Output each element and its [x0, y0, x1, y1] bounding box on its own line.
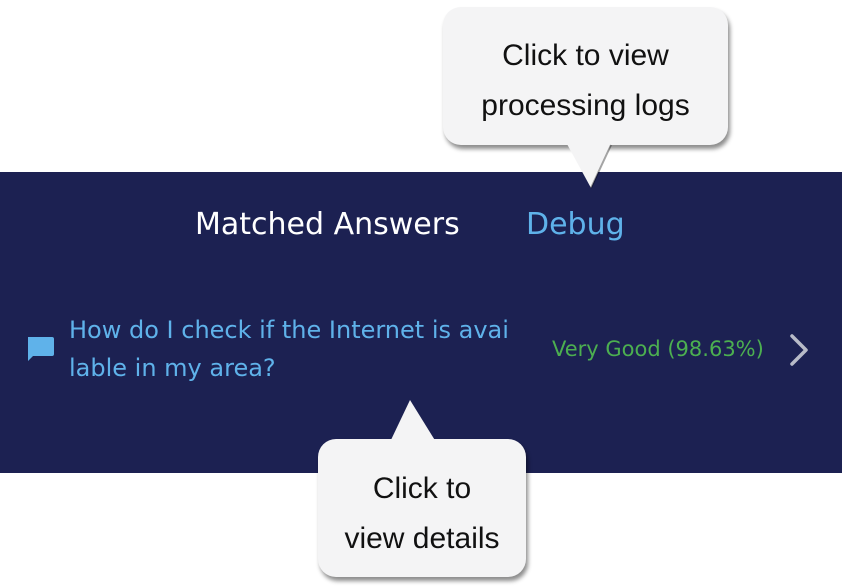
debug-tooltip-line-1: Click to view	[502, 39, 669, 72]
tab-bar: Matched Answers Debug	[0, 205, 842, 245]
tab-debug[interactable]: Debug	[526, 205, 625, 245]
details-tooltip: Click to view details	[318, 439, 526, 577]
debug-tooltip-line-2: processing logs	[481, 89, 690, 122]
debug-tooltip: Click to view processing logs	[443, 7, 728, 145]
matched-question-link[interactable]: How do I check if the Internet is availa…	[69, 311, 509, 387]
chevron-right-icon[interactable]	[786, 332, 812, 368]
details-tooltip-line-1: Click to	[372, 472, 472, 505]
details-tooltip-line-2: view details	[344, 522, 500, 555]
chat-bubble-icon	[28, 337, 54, 361]
match-score-label: Very Good (98.63%)	[552, 337, 764, 361]
stage: Matched Answers Debug How do I check if …	[0, 0, 842, 586]
matched-answer-row[interactable]: How do I check if the Internet is availa…	[0, 305, 842, 395]
debug-tooltip-tail	[567, 144, 612, 189]
details-tooltip-tail	[390, 400, 436, 442]
tab-matched-answers[interactable]: Matched Answers	[195, 205, 460, 245]
